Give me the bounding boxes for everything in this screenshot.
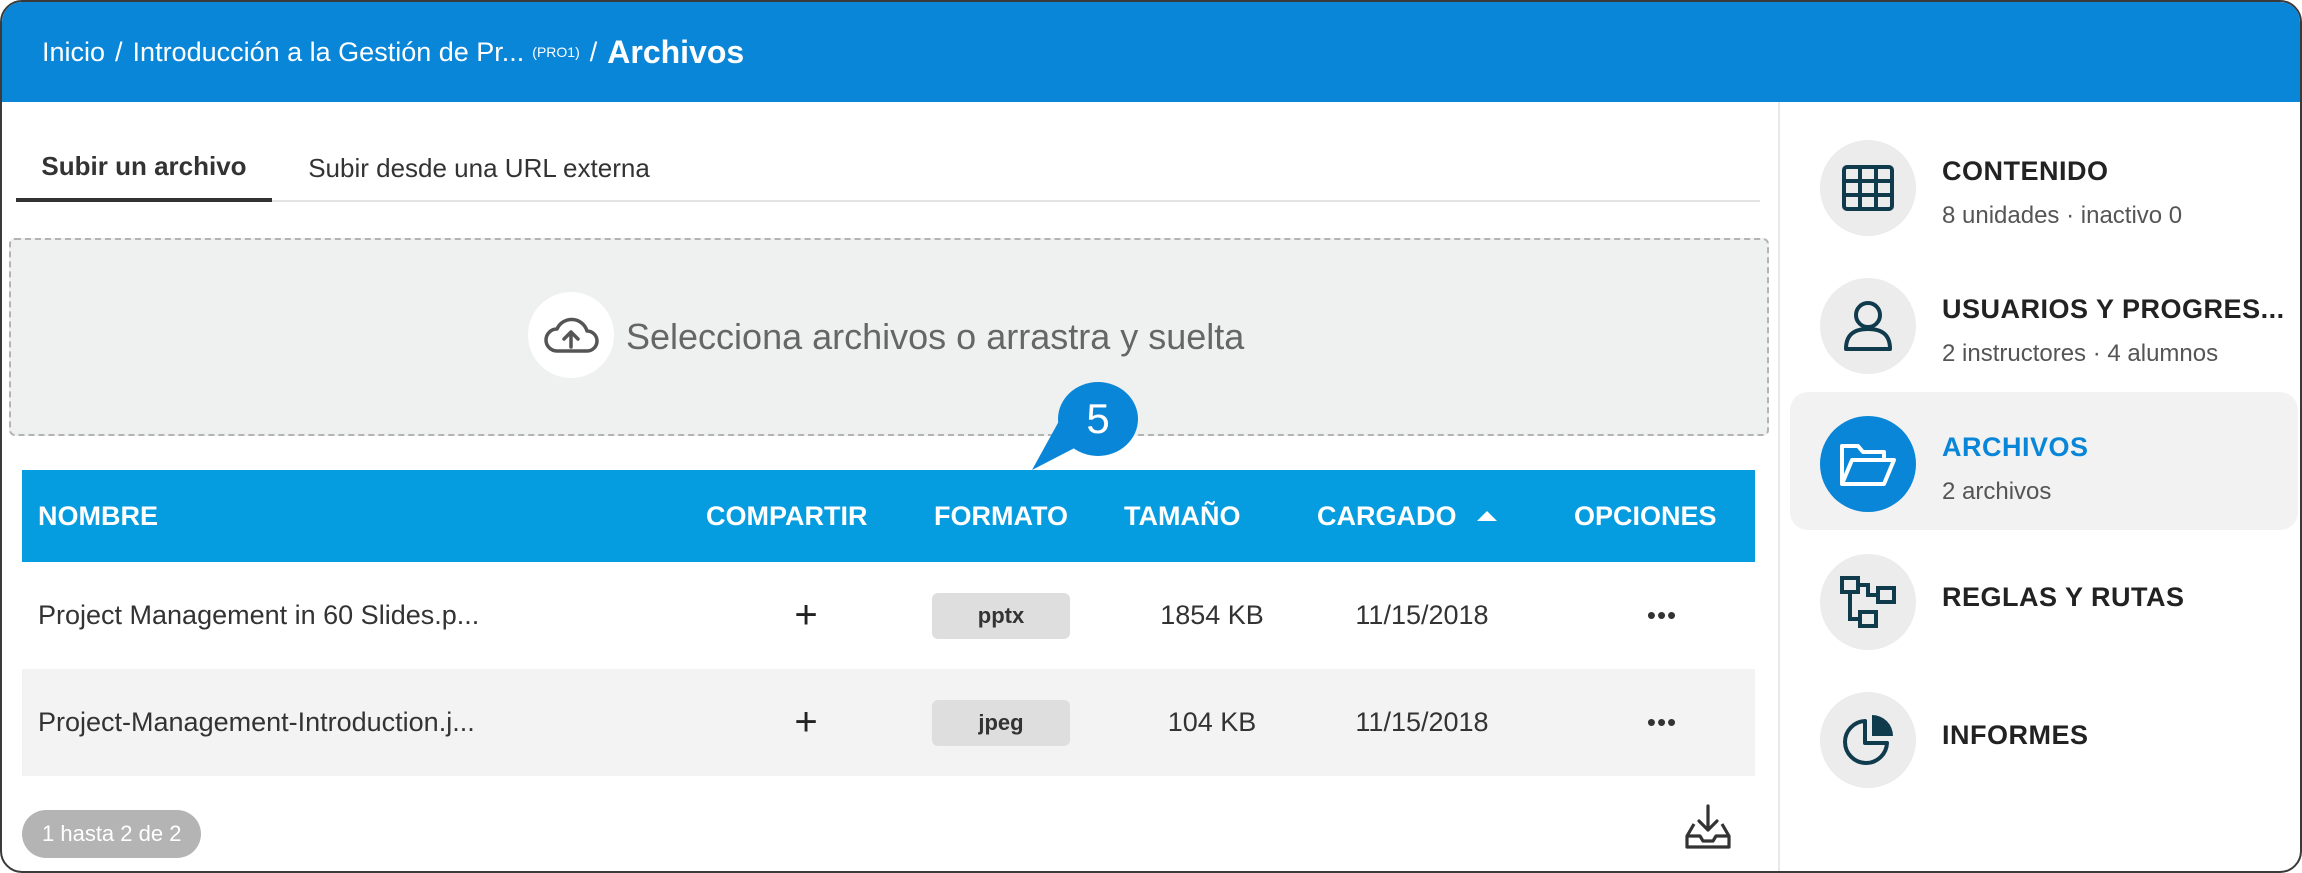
sidebar-item-subtitle: 2 archivos bbox=[1942, 478, 2052, 505]
breadcrumb-home[interactable]: Inicio bbox=[42, 37, 105, 68]
page-title: Archivos bbox=[607, 33, 745, 70]
share-plus-button[interactable]: + bbox=[756, 562, 856, 669]
tab-upload-url[interactable]: Subir desde una URL externa bbox=[286, 134, 672, 202]
files-table: NOMBRE COMPARTIR FORMATO TAMAÑO CARGADO … bbox=[22, 470, 1755, 776]
step-callout: 5 bbox=[1058, 382, 1138, 456]
pagination-status: 1 hasta 2 de 2 bbox=[22, 810, 202, 858]
column-header-size[interactable]: TAMAÑO bbox=[1124, 470, 1240, 562]
file-size: 104 KB bbox=[1167, 707, 1257, 737]
sidebar-item-subtitle: 8 unidades · inactivo 0 bbox=[1942, 202, 2183, 229]
pie-chart-icon bbox=[1820, 692, 1916, 788]
column-header-share[interactable]: COMPARTIR bbox=[706, 470, 868, 562]
sidebar-item-archivos[interactable]: ARCHIVOS 2 archivos bbox=[1790, 392, 2298, 530]
table-row: Project-Management-Introduction.j... + j… bbox=[22, 669, 1755, 776]
breadcrumb-separator: / bbox=[115, 36, 123, 67]
more-options-button[interactable]: ••• bbox=[1612, 669, 1712, 776]
format-cell: jpeg bbox=[932, 669, 1070, 776]
column-header-uploaded-label: CARGADO bbox=[1317, 500, 1457, 531]
more-options-button[interactable]: ••• bbox=[1612, 562, 1712, 669]
sidebar-item-title: REGLAS Y RUTAS bbox=[1942, 582, 2185, 612]
column-header-options: OPCIONES bbox=[1574, 500, 1717, 531]
sidebar-item-usuarios[interactable]: USUARIOS Y PROGRES... 2 instructores · 4… bbox=[1790, 254, 2298, 392]
sidebar-item-contenido[interactable]: CONTENIDO 8 unidades · inactivo 0 bbox=[1790, 116, 2298, 254]
share-plus-button[interactable]: + bbox=[756, 669, 856, 776]
format-badge: jpeg bbox=[932, 699, 1070, 746]
breadcrumb-course[interactable]: Introducción a la Gestión de Pr... bbox=[133, 37, 525, 68]
upload-tabs: Subir un archivo Subir desde una URL ext… bbox=[16, 134, 1760, 202]
sidebar-item-reglas[interactable]: REGLAS Y RUTAS bbox=[1790, 530, 2298, 668]
column-header-uploaded[interactable]: CARGADO bbox=[1317, 470, 1497, 562]
sidebar-item-title: CONTENIDO bbox=[1942, 156, 2109, 186]
file-name-link[interactable]: Project-Management-Introduction.j... bbox=[38, 669, 475, 776]
course-sidebar: CONTENIDO 8 unidades · inactivo 0 USUARI… bbox=[1778, 102, 2300, 871]
sort-ascending-icon bbox=[1476, 511, 1497, 521]
sidebar-item-title: INFORMES bbox=[1942, 720, 2089, 750]
flow-icon bbox=[1820, 554, 1916, 650]
format-badge: pptx bbox=[932, 592, 1070, 639]
file-dropzone[interactable]: Selecciona archivos o arrastra y suelta bbox=[9, 238, 1769, 436]
sidebar-item-title: USUARIOS Y PROGRES... bbox=[1942, 294, 2285, 324]
column-header-name[interactable]: NOMBRE bbox=[38, 470, 158, 562]
table-row: Project Management in 60 Slides.p... + p… bbox=[22, 562, 1755, 669]
breadcrumb-course-code: (PRO1) bbox=[532, 44, 580, 60]
file-size: 1854 KB bbox=[1160, 600, 1264, 630]
tab-upload-file[interactable]: Subir un archivo bbox=[16, 134, 272, 202]
format-cell: pptx bbox=[932, 562, 1070, 669]
sidebar-item-title: ARCHIVOS bbox=[1942, 432, 2089, 462]
upload-date: 11/15/2018 bbox=[1355, 600, 1489, 630]
dropzone-text: Selecciona archivos o arrastra y suelta bbox=[626, 316, 1245, 357]
cloud-upload-icon bbox=[528, 292, 614, 378]
breadcrumb-separator: / bbox=[589, 36, 598, 67]
app-window: Inicio / Introducción a la Gestión de Pr… bbox=[0, 0, 2302, 873]
grid-icon bbox=[1820, 140, 1916, 236]
column-header-format[interactable]: FORMATO bbox=[934, 470, 1068, 562]
folder-open-icon bbox=[1820, 416, 1916, 512]
breadcrumb: Inicio / Introducción a la Gestión de Pr… bbox=[2, 2, 2300, 102]
download-icon[interactable] bbox=[1684, 804, 1732, 850]
upload-date: 11/15/2018 bbox=[1355, 707, 1489, 737]
sidebar-item-informes[interactable]: INFORMES bbox=[1790, 668, 2298, 806]
user-icon bbox=[1820, 278, 1916, 374]
main-content: Subir un archivo Subir desde una URL ext… bbox=[2, 102, 1778, 871]
table-header: NOMBRE COMPARTIR FORMATO TAMAÑO CARGADO … bbox=[22, 470, 1755, 562]
file-name-link[interactable]: Project Management in 60 Slides.p... bbox=[38, 562, 479, 669]
sidebar-item-subtitle: 2 instructores · 4 alumnos bbox=[1942, 340, 2219, 367]
